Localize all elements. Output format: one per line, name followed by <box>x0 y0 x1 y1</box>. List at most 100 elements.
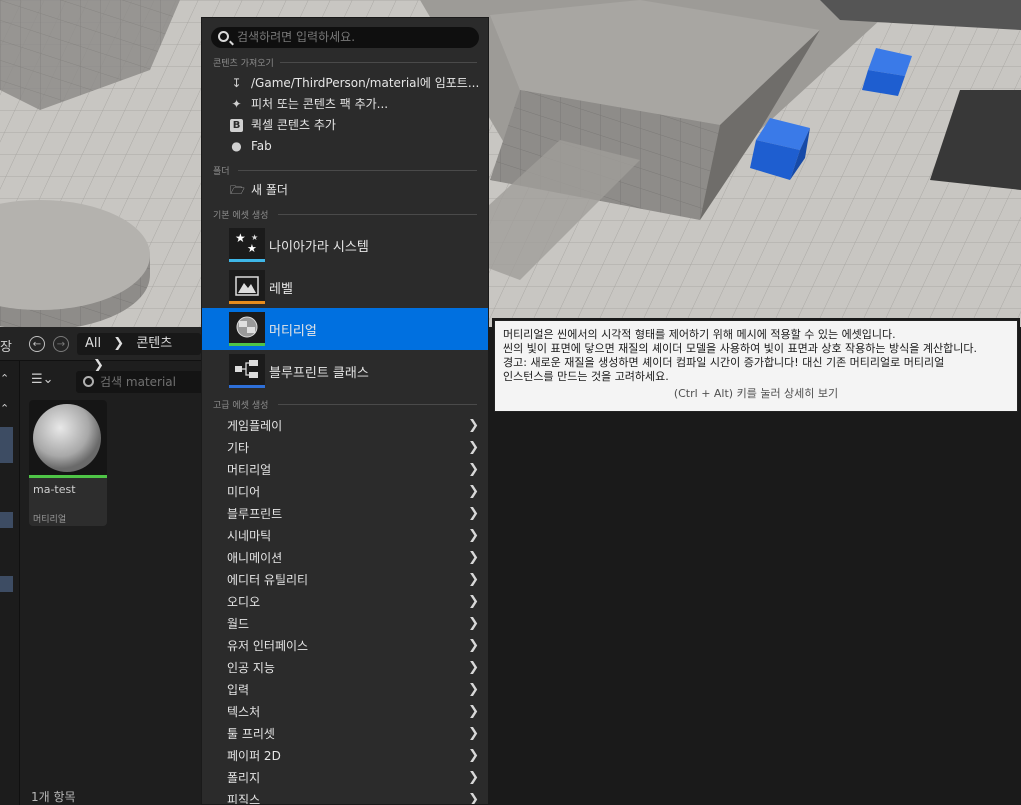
submenu-label: 월드 <box>227 617 250 631</box>
submenu-animation[interactable]: 애니메이션 ❯ <box>202 547 488 569</box>
chevron-right-icon: ❯ <box>468 506 479 521</box>
submenu-foliage[interactable]: 폴리지 ❯ <box>202 767 488 789</box>
chevron-right-icon: ❯ <box>468 616 479 631</box>
folder-tree[interactable] <box>0 361 20 805</box>
menu-item-add-feature-pack[interactable]: ✦ 피처 또는 콘텐츠 팩 추가... <box>202 94 488 115</box>
chevron-right-icon: ❯ <box>468 462 479 477</box>
submenu-label: 피직스 <box>227 793 261 805</box>
back-icon[interactable]: ← <box>29 336 45 352</box>
quixel-icon: B <box>230 119 243 132</box>
tooltip-line: 경고: 새로운 재질을 생성하면 셰이더 컴파일 시간이 증가합니다! 대신 기… <box>503 356 945 369</box>
chevron-right-icon: ❯ <box>468 660 479 675</box>
submenu-label: 시네마틱 <box>227 529 272 543</box>
submenu-world[interactable]: 월드 ❯ <box>202 613 488 635</box>
tree-selection[interactable] <box>0 427 13 463</box>
search-icon <box>83 376 94 387</box>
breadcrumb-all[interactable]: All <box>85 336 101 351</box>
chevron-right-icon: ❯ <box>468 550 479 565</box>
menu-item-level[interactable]: 레벨 <box>202 266 488 308</box>
submenu-label: 폴리지 <box>227 771 261 785</box>
menu-search-input[interactable]: 검색하려면 입력하세요. <box>211 27 479 48</box>
tooltip-line: 인스턴스를 만드는 것을 고려하세요. <box>503 370 669 383</box>
chevron-right-icon: ❯ <box>468 792 479 805</box>
submenu-label: 미디어 <box>227 485 261 499</box>
menu-item-label: 새 폴더 <box>251 183 288 197</box>
section-divider <box>278 404 477 405</box>
submenu-physics[interactable]: 피직스 ❯ <box>202 789 488 805</box>
submenu-label: 기타 <box>227 441 250 455</box>
menu-item-material[interactable]: 머티리얼 <box>202 308 488 350</box>
asset-name: ma-test <box>33 483 76 496</box>
submenu-material[interactable]: 머티리얼 ❯ <box>202 459 488 481</box>
menu-item-label: 피처 또는 콘텐츠 팩 추가... <box>251 97 389 111</box>
submenu-label: 페이퍼 2D <box>227 749 281 763</box>
submenu-label: 게임플레이 <box>227 419 283 433</box>
submenu-blueprint[interactable]: 블루프린트 ❯ <box>202 503 488 525</box>
section-header-basic: 기본 에셋 생성 <box>213 211 269 221</box>
chevron-right-icon: ❯ <box>468 528 479 543</box>
menu-item-label: 레벨 <box>269 282 293 297</box>
asset-type-label: 머티리얼 <box>33 515 67 525</box>
chevron-right-icon: ❯ <box>468 748 479 763</box>
submenu-misc[interactable]: 기타 ❯ <box>202 437 488 459</box>
submenu-label: 에디터 유틸리티 <box>227 573 309 587</box>
section-divider <box>238 170 477 171</box>
submenu-label: 텍스처 <box>227 705 261 719</box>
tooltip-line: 머티리얼은 씬에서의 시각적 형태를 제어하기 위해 메시에 적용할 수 있는 … <box>503 328 896 341</box>
submenu-label: 인공 지능 <box>227 661 275 675</box>
submenu-label: 입력 <box>227 683 250 697</box>
submenu-cinematic[interactable]: 시네마틱 ❯ <box>202 525 488 547</box>
menu-item-new-folder[interactable]: 🗁 새 폴더 <box>202 180 488 201</box>
chevron-icon[interactable]: ⌃ <box>0 372 14 388</box>
search-icon <box>218 31 229 42</box>
submenu-texture[interactable]: 텍스처 ❯ <box>202 701 488 723</box>
asset-search-input[interactable]: 검색 material <box>76 371 210 393</box>
filter-icon[interactable]: ☰⌄ <box>31 372 54 387</box>
tree-selection[interactable] <box>0 512 13 528</box>
fab-icon: ● <box>231 139 242 153</box>
submenu-gameplay[interactable]: 게임플레이 ❯ <box>202 415 488 437</box>
asset-tile-ma-test[interactable]: ma-test 머티리얼 <box>29 400 107 526</box>
chevron-icon[interactable]: ⌃ <box>0 402 14 418</box>
material-sphere-thumbnail <box>29 400 107 476</box>
submenu-user-interface[interactable]: 유저 인터페이스 ❯ <box>202 635 488 657</box>
submenu-tool-presets[interactable]: 툴 프리셋 ❯ <box>202 723 488 745</box>
chevron-right-icon: ❯ <box>468 770 479 785</box>
menu-item-label: /Game/ThirdPerson/material에 임포트... <box>251 76 480 90</box>
submenu-ai[interactable]: 인공 지능 ❯ <box>202 657 488 679</box>
panel-tab-label: 장 <box>0 340 12 355</box>
chevron-right-icon: ❯ <box>468 440 479 455</box>
chevron-right-icon: ❯ <box>468 704 479 719</box>
material-tooltip: 머티리얼은 씬에서의 시각적 형태를 제어하기 위해 메시에 적용할 수 있는 … <box>494 320 1018 412</box>
search-placeholder: 검색 material <box>100 375 176 389</box>
forward-icon[interactable]: → <box>53 336 69 352</box>
menu-item-add-quixel[interactable]: B 퀵셀 콘텐츠 추가 <box>202 115 488 136</box>
level-icon <box>229 270 265 304</box>
chevron-right-icon: ❯ <box>468 572 479 587</box>
submenu-label: 블루프린트 <box>227 507 283 521</box>
menu-item-label: Fab <box>251 139 272 153</box>
chevron-right-icon: ❯ <box>468 484 479 499</box>
breadcrumb-content[interactable]: 콘텐츠 <box>136 336 172 351</box>
menu-item-label: 머티리얼 <box>269 324 317 339</box>
submenu-label: 오디오 <box>227 595 261 609</box>
submenu-input[interactable]: 입력 ❯ <box>202 679 488 701</box>
tooltip-line: 씬의 빛이 표면에 닿으면 재질의 셰이더 모델을 사용하여 빛이 표면과 상호… <box>503 342 977 355</box>
section-header-import: 콘텐츠 가져오기 <box>213 59 274 69</box>
submenu-media[interactable]: 미디어 ❯ <box>202 481 488 503</box>
menu-item-blueprint-class[interactable]: 블루프린트 클래스 <box>202 350 488 392</box>
tree-selection[interactable] <box>0 576 13 592</box>
menu-search-placeholder: 검색하려면 입력하세요. <box>237 30 356 44</box>
menu-item-fab[interactable]: ● Fab <box>202 136 488 157</box>
asset-type-bar <box>229 343 265 346</box>
menu-item-label: 퀵셀 콘텐츠 추가 <box>251 118 336 132</box>
submenu-audio[interactable]: 오디오 ❯ <box>202 591 488 613</box>
menu-item-import[interactable]: ↧ /Game/ThirdPerson/material에 임포트... <box>202 73 488 94</box>
asset-type-bar <box>29 475 107 478</box>
svg-text:★: ★ <box>247 242 257 255</box>
submenu-editor-utility[interactable]: 에디터 유틸리티 ❯ <box>202 569 488 591</box>
feature-pack-icon: ✦ <box>231 97 242 111</box>
submenu-paper-2d[interactable]: 페이퍼 2D ❯ <box>202 745 488 767</box>
menu-item-niagara-system[interactable]: ★ ★ ★ 나이아가라 시스템 <box>202 224 488 266</box>
new-folder-icon: 🗁 <box>230 183 245 197</box>
